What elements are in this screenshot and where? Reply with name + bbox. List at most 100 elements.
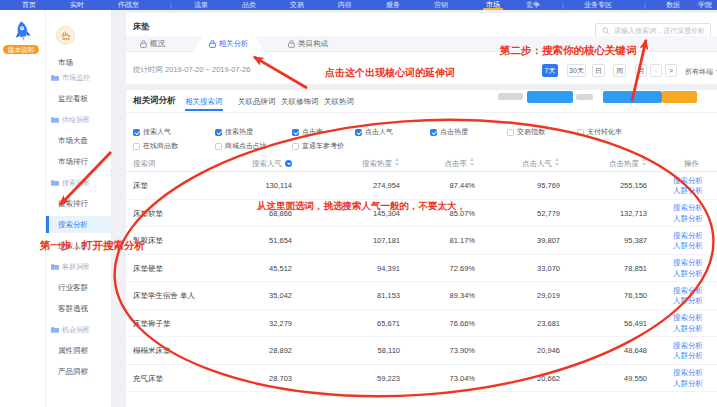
tab-related-analysis[interactable]: 相关分析 bbox=[192, 36, 265, 52]
table-row: 床垫硬垫45,51294,39172.69%33,07078,851搜索分析人群… bbox=[126, 255, 717, 283]
subtab-0[interactable]: 相关搜索词 bbox=[185, 97, 223, 107]
market-module-icon[interactable] bbox=[56, 26, 75, 45]
metric-checkbox-交易指数[interactable]: 交易指数 bbox=[507, 127, 545, 137]
sidebar-item[interactable]: 属性洞察 bbox=[46, 342, 111, 359]
subtab-3[interactable]: 关联热词 bbox=[324, 97, 354, 107]
version-badge[interactable]: 版本说明 bbox=[3, 45, 39, 54]
sort-icon[interactable] bbox=[555, 158, 560, 166]
action-link[interactable]: 搜索分析 bbox=[673, 341, 703, 352]
metric-checkbox-直通车参考价[interactable]: 直通车参考价 bbox=[292, 141, 344, 151]
sidebar-item[interactable]: 搜索分析 bbox=[46, 216, 111, 233]
col-header[interactable]: 点击热度 bbox=[609, 156, 647, 172]
metric-checkbox-点击热度[interactable]: 点击热度 bbox=[430, 127, 468, 137]
metric-checkbox-点击人气[interactable]: 点击人气 bbox=[355, 127, 393, 137]
value-cell: 72.69% bbox=[450, 255, 475, 283]
action-link[interactable]: 搜索分析 bbox=[673, 313, 703, 324]
value-cell: 20,946 bbox=[537, 337, 560, 365]
action-link[interactable]: 人群分析 bbox=[673, 241, 703, 252]
redacted-button[interactable] bbox=[603, 91, 662, 103]
redacted-button[interactable] bbox=[662, 91, 697, 103]
tab-category-composition[interactable]: 类目构成 bbox=[288, 36, 328, 52]
sidebar-item[interactable]: 市场排行 bbox=[46, 153, 111, 170]
nav-item-4[interactable]: 流量 bbox=[191, 0, 211, 9]
table-row: 榻榻米床垫28,89258,11073.90%20,94648,648搜索分析人… bbox=[126, 337, 717, 365]
sidebar-item[interactable]: 监控看板 bbox=[46, 90, 111, 107]
subtab-2[interactable]: 关联修饰词 bbox=[281, 97, 319, 107]
sidebar-item[interactable]: 产品洞察 bbox=[46, 363, 111, 380]
nav-item-13[interactable]: 业务专区 bbox=[581, 0, 615, 9]
sidebar-section: 客群洞察 bbox=[46, 258, 111, 275]
action-link[interactable]: 人群分析 bbox=[673, 186, 703, 197]
lock-icon bbox=[140, 40, 147, 48]
value-cell: 29,019 bbox=[537, 282, 560, 310]
action-link[interactable]: 人群分析 bbox=[673, 351, 703, 362]
nav-item-11[interactable]: 竞争 bbox=[523, 0, 543, 9]
sort-icon[interactable] bbox=[642, 158, 647, 166]
subtab-1[interactable]: 关联品牌词 bbox=[238, 97, 276, 107]
metric-checkbox-搜索人气[interactable]: 搜索人气 bbox=[133, 127, 171, 137]
table-row: 乳胶床垫51,654107,18181.17%39,80795,387搜索分析人… bbox=[126, 227, 717, 255]
nav-item-1[interactable]: 实时 bbox=[67, 0, 87, 9]
action-link[interactable]: 人群分析 bbox=[673, 324, 703, 335]
nav-item-5[interactable]: 品类 bbox=[239, 0, 259, 9]
metric-checkbox-搜索热度[interactable]: 搜索热度 bbox=[215, 127, 253, 137]
metric-checkbox-在线商品数[interactable]: 在线商品数 bbox=[133, 141, 178, 151]
col-header[interactable]: 点击人气 bbox=[522, 156, 560, 172]
sort-icon[interactable] bbox=[470, 158, 475, 166]
redacted-button[interactable] bbox=[527, 91, 573, 103]
action-link[interactable]: 搜索分析 bbox=[673, 368, 703, 379]
value-cell: 58,110 bbox=[378, 337, 400, 365]
metric-checkbox-点击率[interactable]: 点击率 bbox=[292, 127, 323, 137]
sort-icon[interactable] bbox=[395, 158, 400, 166]
metric-checkbox-支付转化率[interactable]: 支付转化率 bbox=[577, 127, 622, 137]
col-header[interactable]: 点击率 bbox=[445, 156, 476, 172]
nav-item-6[interactable]: 交易 bbox=[287, 0, 307, 9]
nav-item-10[interactable]: 市场 bbox=[483, 0, 503, 10]
date-range-1[interactable]: 30天 bbox=[567, 64, 586, 77]
row-actions: 搜索分析人群分析 bbox=[673, 258, 703, 279]
sidebar-item[interactable]: 行业客群 bbox=[46, 279, 111, 296]
action-link[interactable]: 人群分析 bbox=[673, 269, 703, 280]
sort-desc-icon[interactable] bbox=[285, 160, 292, 167]
action-link[interactable]: 人群分析 bbox=[673, 296, 703, 307]
nav-item-8[interactable]: 服务 bbox=[383, 0, 403, 9]
action-link[interactable]: 搜索分析 bbox=[673, 176, 703, 187]
action-link[interactable]: 搜索分析 bbox=[673, 286, 703, 297]
metric-checkbox-商城点击占比[interactable]: 商城点击占比 bbox=[215, 141, 267, 151]
nav-item-0[interactable]: 首页 bbox=[19, 0, 39, 9]
tab-overview[interactable]: 概况 bbox=[140, 36, 165, 52]
action-link[interactable]: 搜索分析 bbox=[673, 258, 703, 269]
table-row: 床垫褥子垫32,27965,67176.66%23,68156,491搜索分析人… bbox=[126, 310, 717, 338]
nav-item-7[interactable]: 内容 bbox=[335, 0, 355, 9]
next-button[interactable]: > bbox=[665, 64, 677, 77]
col-header[interactable]: 搜索人气 bbox=[252, 156, 292, 172]
col-header[interactable]: 搜索热度 bbox=[362, 156, 400, 172]
date-range-2[interactable]: 日 bbox=[592, 64, 605, 77]
folder-icon bbox=[51, 175, 59, 192]
value-cell: 81.17% bbox=[450, 227, 475, 255]
value-cell: 28,703 bbox=[269, 365, 292, 393]
sidebar-item[interactable]: 搜索排行 bbox=[46, 195, 111, 212]
row-actions: 搜索分析人群分析 bbox=[673, 176, 703, 197]
date-range-0[interactable]: 7天 bbox=[542, 64, 558, 77]
value-cell: 48,648 bbox=[624, 337, 647, 365]
date-range-3[interactable]: 周 bbox=[613, 64, 626, 77]
nav-item-9[interactable]: 营销 bbox=[431, 0, 451, 9]
terminal-filter[interactable]: 所有终端 bbox=[685, 67, 717, 77]
date-range-4[interactable]: 月 bbox=[635, 64, 647, 77]
action-link[interactable]: 搜索分析 bbox=[673, 203, 703, 214]
action-link[interactable]: 人群分析 bbox=[673, 214, 703, 225]
sidebar-item[interactable]: 市场大盘 bbox=[46, 132, 111, 149]
prev-button[interactable]: < bbox=[650, 64, 662, 77]
action-link[interactable]: 搜索分析 bbox=[673, 231, 703, 242]
nav-item-15[interactable]: 数据 bbox=[663, 0, 683, 9]
folder-icon bbox=[51, 259, 59, 276]
nav-item-2[interactable]: 作战室 bbox=[115, 0, 142, 9]
action-link[interactable]: 人群分析 bbox=[673, 379, 703, 390]
value-cell: 78,851 bbox=[624, 255, 647, 283]
nav-item-16[interactable]: 学院 bbox=[695, 0, 715, 9]
value-cell: 76.66% bbox=[450, 310, 475, 338]
folder-icon bbox=[51, 112, 59, 129]
sidebar-item[interactable]: 客群透视 bbox=[46, 300, 111, 317]
row-actions: 搜索分析人群分析 bbox=[673, 341, 703, 362]
